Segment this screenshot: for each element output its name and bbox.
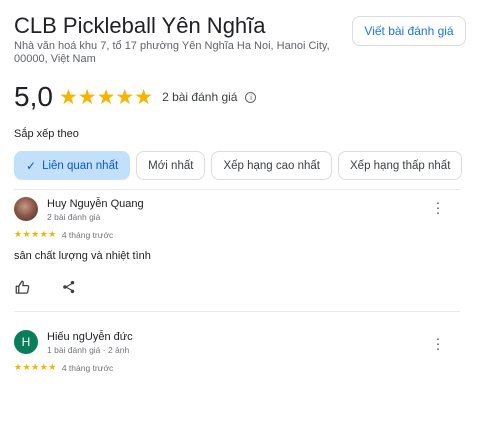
- check-icon: ✓: [26, 158, 37, 173]
- review-card: H Hiếu ngUyễn đức 1 bài đánh giá · 2 ảnh…: [14, 330, 460, 390]
- sort-chip-newest[interactable]: Mới nhất: [136, 151, 206, 180]
- reviewer-meta: 1 bài đánh giá · 2 ảnh: [47, 345, 130, 355]
- divider: [14, 311, 460, 312]
- rating-summary: 5,0 ★★★★★ 2 bài đánh giá i: [14, 81, 257, 113]
- reviewer-name[interactable]: Huy Nguyễn Quang: [47, 198, 144, 210]
- review-text: sân chất lượng và nhiệt tình: [14, 250, 151, 262]
- sort-chip-label: Xếp hạng cao nhất: [223, 159, 320, 172]
- more-vert-icon[interactable]: · · ·: [434, 331, 442, 355]
- sort-label: Sắp xếp theo: [14, 128, 79, 140]
- review-count: 2 bài đánh giá: [162, 90, 238, 104]
- review-rating-row: ★★★★★ 4 tháng trước: [14, 229, 113, 240]
- info-icon[interactable]: i: [245, 91, 257, 103]
- thumb-up-icon[interactable]: [14, 279, 30, 295]
- sort-chip-highest[interactable]: Xếp hạng cao nhất: [211, 151, 332, 180]
- avatar[interactable]: H: [14, 330, 38, 354]
- average-stars: ★★★★★: [58, 85, 154, 109]
- review-card: Huy Nguyễn Quang 2 bài đánh giá · · · ★★★★…: [14, 195, 460, 307]
- reviewer-name[interactable]: Hiếu ngUyễn đức: [47, 331, 133, 343]
- sort-chip-label: Liên quan nhất: [42, 159, 119, 172]
- review-time: 4 tháng trước: [61, 229, 114, 240]
- review-time: 4 tháng trước: [61, 362, 114, 373]
- sort-chips: ✓ Liên quan nhất Mới nhất Xếp hạng cao n…: [14, 151, 468, 180]
- place-address: Nhà văn hoá khu 7, tổ 17 phường Yên Nghĩ…: [14, 40, 330, 65]
- reviewer-meta: 2 bài đánh giá: [47, 212, 101, 222]
- review-stars: ★★★★★: [14, 362, 57, 372]
- place-title: CLB Pickleball Yên Nghĩa: [14, 13, 266, 38]
- review-actions: [14, 279, 77, 295]
- avatar[interactable]: [14, 197, 38, 221]
- sort-chip-lowest[interactable]: Xếp hạng thấp nhất: [338, 151, 463, 180]
- share-icon[interactable]: [61, 279, 77, 295]
- sort-chip-label: Xếp hạng thấp nhất: [350, 159, 451, 172]
- review-stars: ★★★★★: [14, 229, 57, 239]
- more-vert-icon[interactable]: · · ·: [434, 195, 442, 219]
- write-review-button[interactable]: Viết bài đánh giá: [352, 16, 466, 46]
- average-score: 5,0: [14, 81, 53, 112]
- review-rating-row: ★★★★★ 4 tháng trước: [14, 362, 113, 373]
- divider: [14, 189, 460, 190]
- sort-chip-label: Mới nhất: [148, 159, 194, 172]
- sort-chip-relevant[interactable]: ✓ Liên quan nhất: [14, 151, 131, 180]
